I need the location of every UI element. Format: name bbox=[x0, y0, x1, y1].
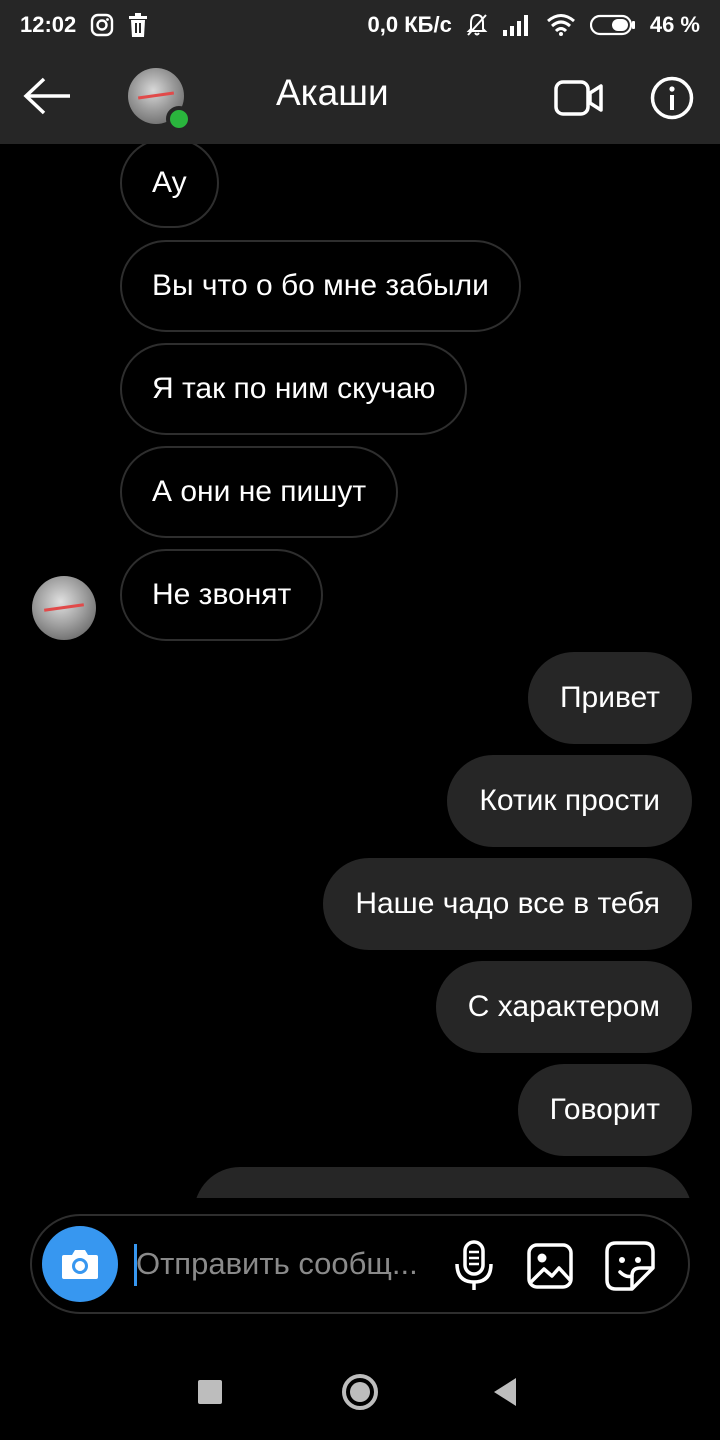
gallery-icon bbox=[527, 1243, 573, 1289]
message-bubble-outgoing[interactable]: С характером bbox=[435, 961, 692, 1053]
info-button[interactable] bbox=[650, 76, 694, 120]
online-status-dot bbox=[166, 106, 192, 132]
message-bubble-outgoing[interactable]: Наше чадо все в тебя bbox=[323, 858, 692, 950]
instagram-icon bbox=[90, 13, 114, 37]
trash-icon bbox=[128, 13, 148, 37]
video-call-button[interactable] bbox=[554, 78, 604, 118]
message-bubble-incoming[interactable]: Вы что о бо мне забыли bbox=[120, 240, 521, 332]
back-triangle-icon[interactable] bbox=[494, 1378, 516, 1406]
message-bubble-incoming[interactable]: Не звонят bbox=[120, 549, 324, 641]
message-composer bbox=[30, 1214, 690, 1314]
camera-button[interactable] bbox=[42, 1226, 118, 1302]
message-text: Я так по ним скучаю bbox=[152, 372, 436, 405]
sticker-button[interactable] bbox=[604, 1240, 656, 1292]
chat-header: Акаши bbox=[0, 50, 720, 144]
system-nav-bar bbox=[0, 1340, 720, 1440]
sticker-icon bbox=[605, 1241, 655, 1291]
home-circle-icon[interactable] bbox=[342, 1374, 378, 1410]
message-bubble-incoming[interactable]: А они не пишут bbox=[120, 446, 399, 538]
message-text: Говорит bbox=[549, 1093, 660, 1126]
message-text: Ау bbox=[152, 166, 187, 199]
message-thread[interactable]: Ау Вы что о бо мне забыли Я так по ним с… bbox=[0, 144, 720, 1198]
message-bubble-outgoing[interactable]: Котик прости bbox=[447, 755, 692, 847]
microphone-icon bbox=[455, 1240, 493, 1290]
status-bar: 12:02 0,0 КБ/с 46 % bbox=[0, 0, 720, 50]
message-bubble-incoming[interactable]: Я так по ним скучаю bbox=[120, 343, 468, 435]
recents-square-icon[interactable] bbox=[198, 1380, 222, 1404]
info-icon bbox=[650, 76, 694, 120]
back-arrow-icon bbox=[23, 77, 70, 115]
wifi-icon bbox=[546, 13, 576, 37]
message-text: А они не пишут bbox=[152, 475, 367, 508]
chat-title[interactable]: Акаши bbox=[276, 72, 389, 114]
message-text: Привет bbox=[559, 681, 660, 714]
message-bubble-incoming[interactable]: Ау bbox=[120, 144, 219, 228]
message-text: Наше чадо все в тебя bbox=[355, 887, 660, 920]
message-bubble-outgoing[interactable] bbox=[194, 1167, 692, 1198]
back-button[interactable] bbox=[22, 76, 74, 116]
voice-message-button[interactable] bbox=[452, 1240, 496, 1292]
signal-icon bbox=[502, 14, 532, 36]
message-bubble-outgoing[interactable]: Говорит bbox=[517, 1064, 692, 1156]
message-text: Не звонят bbox=[152, 578, 292, 611]
battery-percent: 46 % bbox=[649, 12, 700, 37]
network-speed: 0,0 КБ/с bbox=[367, 12, 452, 37]
camera-icon bbox=[62, 1250, 98, 1279]
message-text: С характером bbox=[467, 990, 660, 1023]
status-time: 12:02 bbox=[20, 12, 77, 37]
contact-avatar-button[interactable] bbox=[128, 68, 192, 132]
gallery-button[interactable] bbox=[526, 1242, 574, 1290]
sender-avatar[interactable] bbox=[32, 576, 96, 640]
video-call-icon bbox=[554, 80, 603, 116]
message-bubble-outgoing[interactable]: Привет bbox=[527, 652, 692, 744]
message-input[interactable] bbox=[136, 1238, 436, 1290]
message-text: Вы что о бо мне забыли bbox=[152, 269, 489, 302]
message-text: Котик прости bbox=[479, 784, 660, 817]
battery-icon bbox=[589, 14, 636, 36]
mute-bell-icon bbox=[466, 13, 488, 37]
